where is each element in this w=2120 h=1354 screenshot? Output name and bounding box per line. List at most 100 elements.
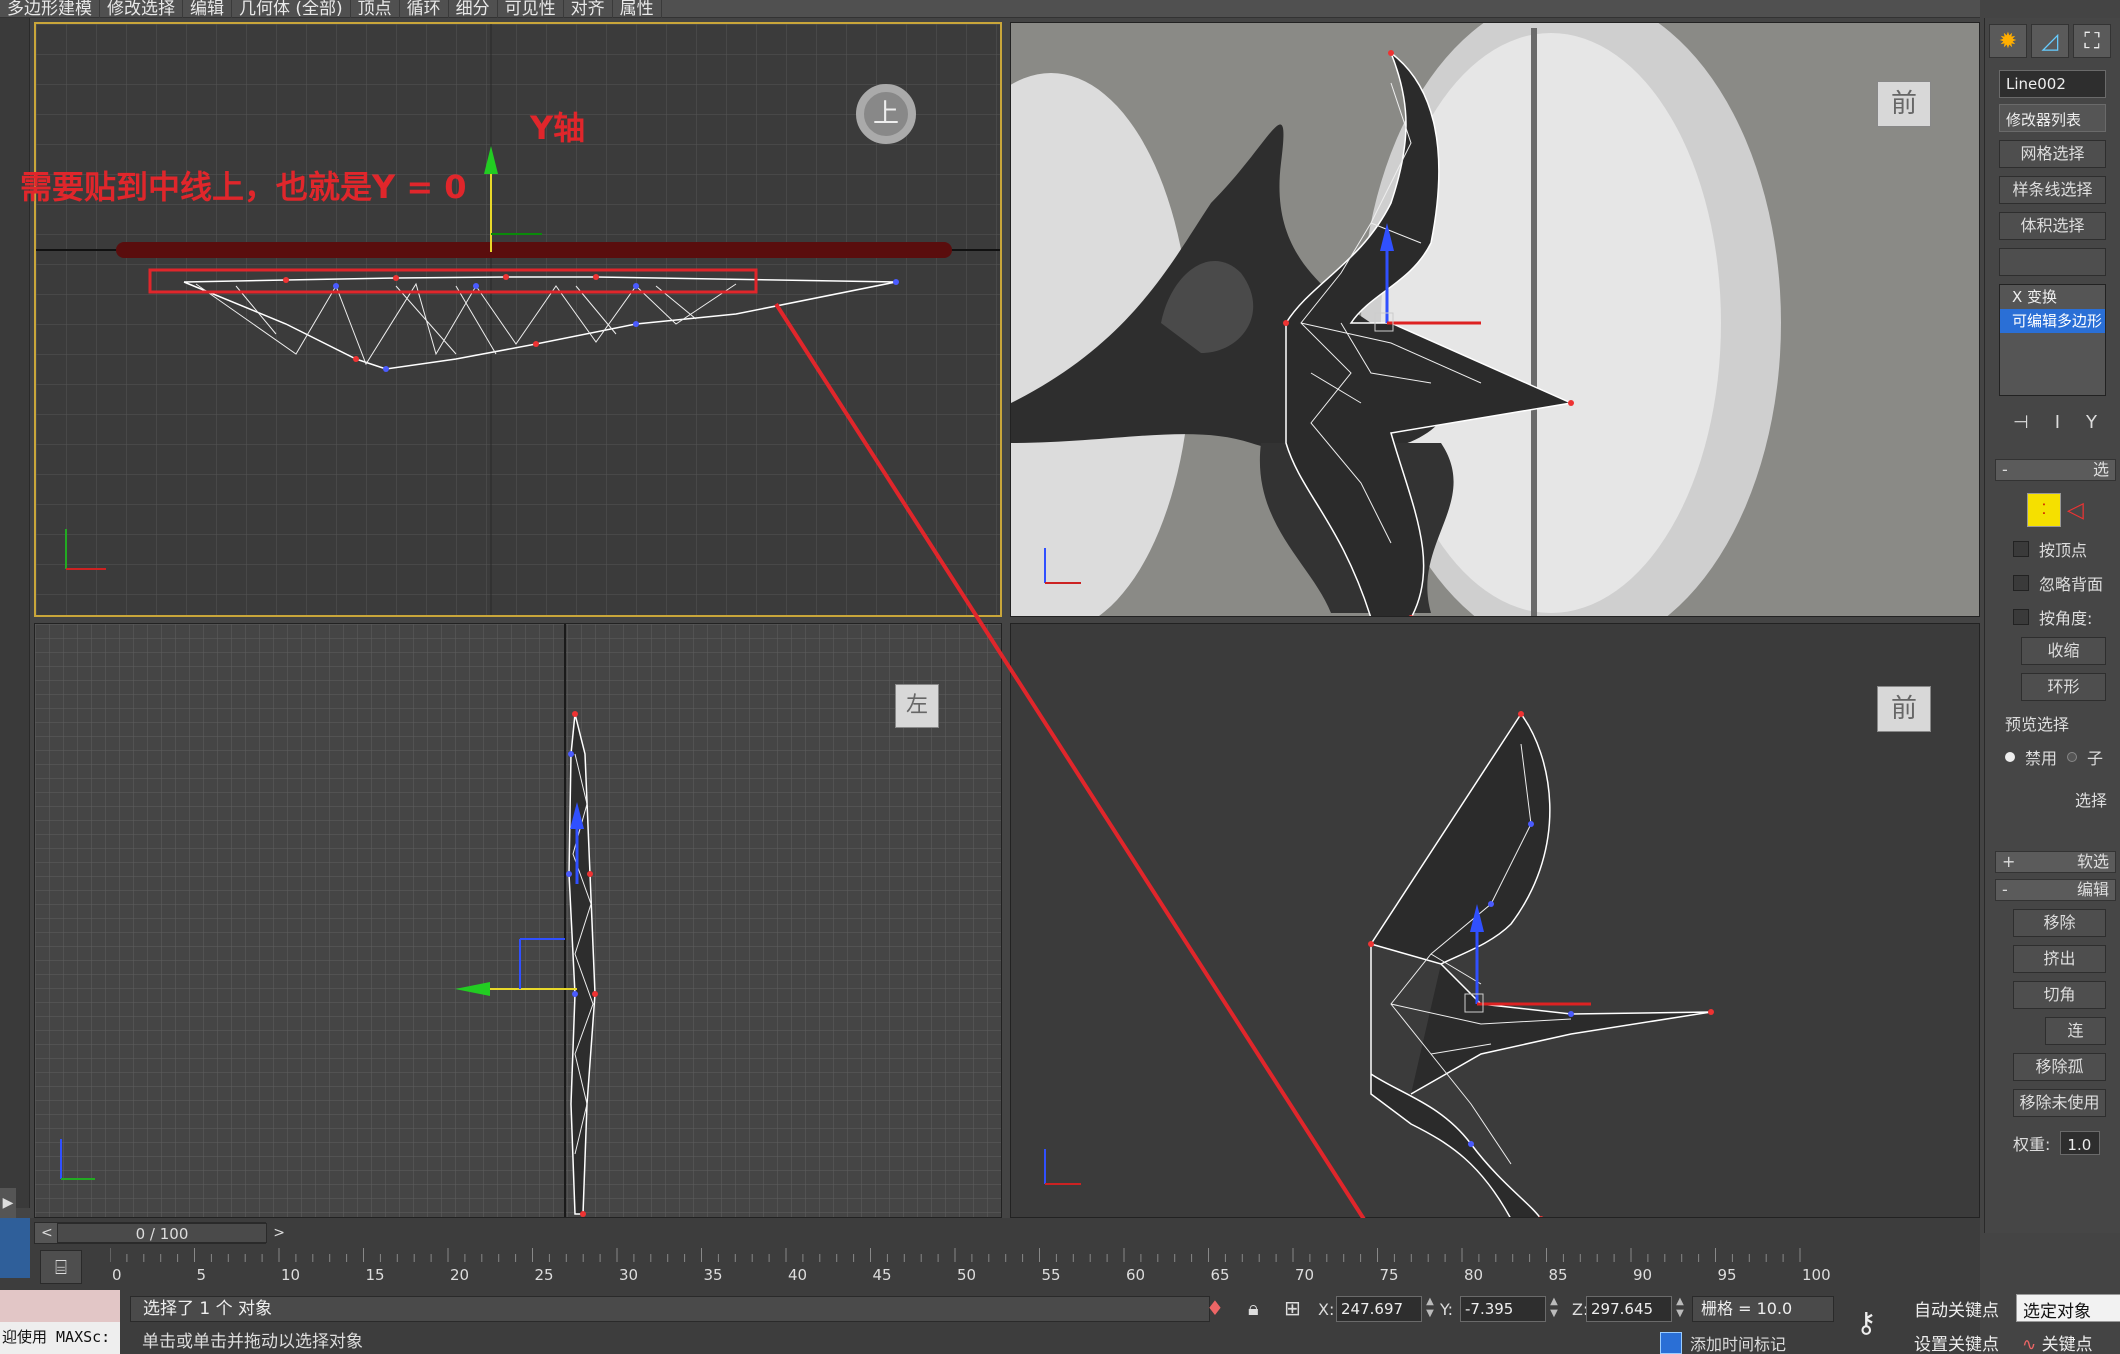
auto-key-button[interactable]: 自动关键点 (1914, 1296, 1999, 1321)
viewport-left[interactable]: 左 (34, 623, 1002, 1218)
ruler-label: 10 (281, 1266, 300, 1284)
stack-item-editable-poly[interactable]: 可编辑多边形 (2000, 309, 2105, 333)
viewcube-top[interactable]: 上 (856, 84, 916, 144)
ignore-backfacing-row[interactable]: 忽略背面 (2013, 571, 2120, 595)
object-name-field[interactable]: Line002 (1999, 70, 2106, 98)
add-time-tag[interactable]: 添加时间标记 (1660, 1332, 1786, 1354)
ruler-label: 65 (1211, 1266, 1230, 1284)
viewport-layout-icon[interactable] (0, 1218, 30, 1278)
mesh-select-button[interactable]: 网格选择 (1999, 140, 2106, 168)
empty-button[interactable] (1999, 248, 2106, 276)
z-spinner[interactable]: ▲ ▼ (1674, 1296, 1686, 1322)
ribbon-tab[interactable]: 顶点 (351, 0, 400, 18)
extrude-button[interactable]: 挤出 (2013, 945, 2106, 973)
viewcube-perspective[interactable]: 前 (1877, 81, 1931, 127)
max-window: 多边形建模 修改选择 编辑 几何体 (全部) 顶点 循环 细分 可见性 对齐 属性 ▶ (0, 0, 2120, 1354)
ruler-label: 45 (873, 1266, 892, 1284)
subobject-icons: ⁚ ◁ (2027, 493, 2120, 527)
ruler-label: 95 (1718, 1266, 1737, 1284)
viewcube-front[interactable]: 前 (1877, 686, 1931, 732)
lock-selection-icon[interactable]: 🔒︎ (1248, 1296, 1259, 1320)
ruler-label: 25 (535, 1266, 554, 1284)
maxscript-input[interactable] (0, 1290, 120, 1322)
ruler-label: 50 (957, 1266, 976, 1284)
by-vertex-row[interactable]: 按顶点 (2013, 537, 2120, 561)
perspective-canvas (1011, 23, 1979, 616)
expand-arrow-icon[interactable]: ▶ (0, 1188, 16, 1218)
set-key-button[interactable]: 设置关键点 (1914, 1330, 1999, 1354)
x-spinner[interactable]: ▲ ▼ (1424, 1296, 1436, 1322)
time-prev-button[interactable]: < (41, 1223, 53, 1243)
selection-status: 选择了 1 个 对象 (130, 1296, 1210, 1322)
weight-row: 权重: 1.0 (2013, 1131, 2120, 1155)
y-axis-annotation: Y轴 (530, 109, 586, 147)
create-icon[interactable]: ✹ (1989, 24, 2027, 58)
remove-isolated-button[interactable]: 移除孤 (2013, 1053, 2106, 1081)
spline-select-button[interactable]: 样条线选择 (1999, 176, 2106, 204)
weight-field[interactable]: 1.0 (2060, 1131, 2101, 1155)
time-slider-thumb[interactable]: 0 / 100 (57, 1223, 267, 1243)
pin-stack-icon[interactable]: ⊣ (2013, 412, 2029, 433)
shrink-button[interactable]: 收缩 (2021, 637, 2106, 665)
time-next-button[interactable]: > (273, 1223, 285, 1243)
modify-icon[interactable]: ◿ (2031, 24, 2069, 58)
y-spinner[interactable]: ▲ ▼ (1548, 1296, 1560, 1322)
ribbon-tab[interactable]: 可见性 (498, 0, 564, 18)
by-angle-checkbox[interactable] (2013, 609, 2029, 625)
remove-unused-button[interactable]: 移除未使用 (2013, 1089, 2106, 1117)
key-icon[interactable]: ⚷ (1856, 1306, 1877, 1339)
remove-button[interactable]: 移除 (2013, 909, 2106, 937)
modifier-stack[interactable]: X 变换 可编辑多边形 (1999, 284, 2106, 396)
ribbon-tabs: 多边形建模 修改选择 编辑 几何体 (全部) 顶点 循环 细分 可见性 对齐 属性 (0, 0, 1980, 18)
z-coordinate-field[interactable]: 297.645 (1586, 1296, 1672, 1322)
ignore-backfacing-checkbox[interactable] (2013, 575, 2029, 591)
ruler-label: 80 (1464, 1266, 1483, 1284)
modifier-list-dropdown[interactable]: 修改器列表 (1999, 104, 2106, 132)
ribbon-tab[interactable]: 属性 (613, 0, 662, 18)
isolate-icon[interactable]: ♦ (1206, 1296, 1224, 1320)
ribbon-tab[interactable]: 几何体 (全部) (232, 0, 351, 18)
viewport-front[interactable]: 前 (1010, 623, 1980, 1218)
connect-button[interactable]: 连 (2045, 1017, 2106, 1045)
make-unique-icon[interactable]: Y (2086, 412, 2097, 433)
selection-rollout[interactable]: -选 (1995, 459, 2116, 481)
ring-button[interactable]: 环形 (2021, 673, 2106, 701)
ribbon-tab[interactable]: 循环 (400, 0, 449, 18)
chamfer-button[interactable]: 切角 (2013, 981, 2106, 1009)
ruler-label: 40 (788, 1266, 807, 1284)
edit-rollout[interactable]: - 编辑 (1995, 879, 2116, 901)
ribbon-tab[interactable]: 编辑 (183, 0, 232, 18)
volume-select-button[interactable]: 体积选择 (1999, 212, 2106, 240)
key-filter-dropdown[interactable]: 选定对象 (2016, 1294, 2120, 1322)
time-ruler[interactable]: 0 5 10 15 20 25 30 35 40 45 50 55 60 65 70 75 80 85 90 95 10… (110, 1248, 1910, 1288)
maxscript-listener[interactable]: 迎使用 MAXSc: (0, 1290, 120, 1354)
hierarchy-icon[interactable]: ⛶ (2073, 24, 2111, 58)
time-slider[interactable]: < 0 / 100 > (34, 1222, 285, 1244)
stack-item-xform[interactable]: X 变换 (2000, 285, 2105, 309)
viewport-top[interactable]: 上 (34, 22, 1002, 617)
ruler-label: 20 (450, 1266, 469, 1284)
command-panel-tabs: ✹ ◿ ⛶ (1985, 18, 2120, 64)
transform-mode-icon[interactable]: ⊞ (1284, 1296, 1301, 1320)
viewport-perspective[interactable]: 前 (1010, 22, 1980, 617)
soft-selection-rollout[interactable]: + 软选 (1995, 851, 2116, 873)
preview-disabled-radio[interactable] (2005, 752, 2015, 762)
x-coordinate-field[interactable]: 247.697 (1336, 1296, 1422, 1322)
by-angle-row[interactable]: 按角度: (2013, 605, 2120, 629)
preview-subobject-radio[interactable] (2067, 752, 2078, 762)
show-end-result-icon[interactable]: Ι (2055, 412, 2060, 433)
stack-tools: ⊣ Ι Y (2013, 412, 2120, 433)
ribbon-tab[interactable]: 多边形建模 (0, 0, 100, 18)
ruler-label: 85 (1549, 1266, 1568, 1284)
edge-icon[interactable]: ◁ (2067, 498, 2084, 523)
ribbon-tab[interactable]: 细分 (449, 0, 498, 18)
y-coordinate-field[interactable]: -7.395 (1460, 1296, 1546, 1322)
by-vertex-checkbox[interactable] (2013, 541, 2029, 557)
ruler-label: 15 (366, 1266, 385, 1284)
maxscript-output: 迎使用 MAXSc: (2, 1328, 111, 1346)
viewcube-left[interactable]: 左 (895, 684, 939, 728)
ribbon-tab[interactable]: 修改选择 (100, 0, 183, 18)
track-bar-toggle-icon[interactable]: ⌸ (40, 1250, 82, 1284)
vertex-icon[interactable]: ⁚ (2027, 493, 2061, 527)
ribbon-tab[interactable]: 对齐 (564, 0, 613, 18)
